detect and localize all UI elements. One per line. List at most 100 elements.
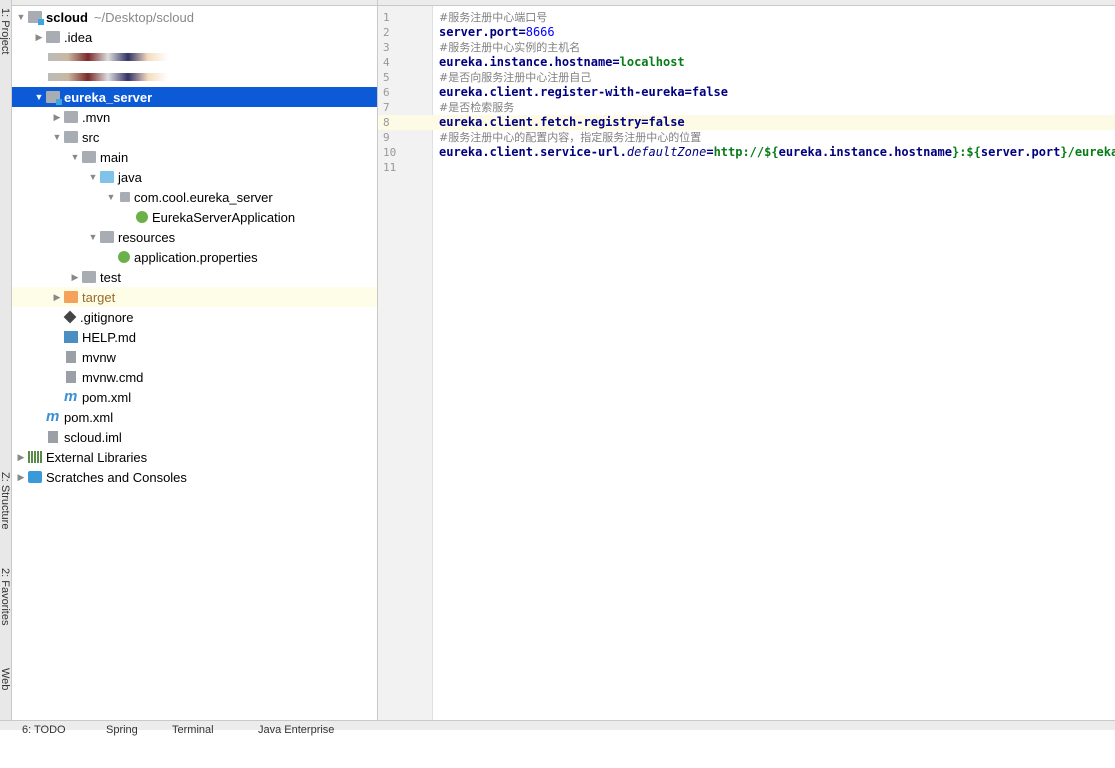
tree-item[interactable]: ▶ Scratches and Consoles xyxy=(12,467,377,487)
code-token: }/eureka/ xyxy=(1060,145,1115,159)
tree-item[interactable]: ▼ src xyxy=(12,127,377,147)
code-line[interactable]: eureka.instance.hostname=localhost xyxy=(433,55,1115,70)
tree-item-label: resources xyxy=(118,229,176,245)
chevron-right-icon[interactable]: ▶ xyxy=(14,452,28,463)
tree-item[interactable]: ▼ resources xyxy=(12,227,377,247)
file-icon xyxy=(66,351,76,363)
libraries-icon xyxy=(28,451,42,463)
folder-icon xyxy=(82,271,96,283)
tree-item[interactable]: EurekaServerApplication xyxy=(12,207,377,227)
code-token: #服务注册中心端口号 xyxy=(439,11,548,24)
source-folder-icon xyxy=(100,171,114,183)
code-token: = xyxy=(518,25,526,39)
code-line[interactable]: #服务注册中心端口号 xyxy=(433,10,1115,25)
spring-class-icon xyxy=(136,211,148,223)
bottom-tab-2[interactable]: Terminal xyxy=(172,724,214,736)
code-token: eureka.instance.hostname xyxy=(439,55,613,69)
tree-item-label: pom.xml xyxy=(82,389,132,405)
tree-item[interactable]: ▼ com.cool.eureka_server xyxy=(12,187,377,207)
chevron-right-icon[interactable]: ▶ xyxy=(14,472,28,483)
chevron-down-icon[interactable]: ▼ xyxy=(14,12,28,22)
code-line[interactable]: eureka.client.service-url.defaultZone=ht… xyxy=(433,145,1115,160)
tree-item[interactable]: .gitignore xyxy=(12,307,377,327)
bottom-tab-3[interactable]: Java Enterprise xyxy=(258,724,334,736)
tree-item[interactable]: ▼ java xyxy=(12,167,377,187)
scratches-icon xyxy=(28,471,42,483)
chevron-down-icon[interactable]: ▼ xyxy=(68,152,82,162)
side-tab-2[interactable]: 2: Favorites xyxy=(0,568,11,668)
tree-item-label: HELP.md xyxy=(82,329,136,345)
tree-item[interactable]: application.properties xyxy=(12,247,377,267)
code-line[interactable]: eureka.client.register-with-eureka=false xyxy=(433,85,1115,100)
tree-item[interactable] xyxy=(12,67,377,87)
side-tab-0[interactable]: 1: Project xyxy=(0,8,11,108)
left-tool-strip: 1: Project Z: Structure 2: Favorites Web xyxy=(0,0,12,720)
tree-item-label: java xyxy=(118,169,142,185)
code-line[interactable]: #是否检索服务 xyxy=(433,100,1115,115)
tree-item-label: pom.xml xyxy=(64,409,114,425)
tree-item[interactable]: ▼ scloud ~/Desktop/scloud xyxy=(12,7,377,27)
code-line[interactable]: eureka.client.fetch-registry=false xyxy=(433,115,1115,130)
tree-item-label: Scratches and Consoles xyxy=(46,469,187,485)
tree-item[interactable]: ▼ eureka_server xyxy=(12,87,377,107)
line-number: 10 xyxy=(383,146,397,159)
line-number: 1 xyxy=(383,11,390,24)
blurred-icon xyxy=(48,53,168,61)
tree-item[interactable]: scloud.iml xyxy=(12,427,377,447)
side-tab-3[interactable]: Web xyxy=(0,668,11,768)
tree-item[interactable]: HELP.md xyxy=(12,327,377,347)
tree-item[interactable]: ▶ .mvn xyxy=(12,107,377,127)
code-line[interactable]: server.port=8666 xyxy=(433,25,1115,40)
module-folder-icon xyxy=(28,11,44,25)
tree-item-label: com.cool.eureka_server xyxy=(134,189,273,205)
tree-item[interactable]: mvnw xyxy=(12,347,377,367)
bottom-tab-1[interactable]: Spring xyxy=(106,724,138,736)
tree-item-label: target xyxy=(82,289,116,305)
project-panel: ▼ scloud ~/Desktop/scloud ▶ .idea ▼ eureka_ser… xyxy=(12,0,378,720)
chevron-down-icon[interactable]: ▼ xyxy=(50,132,64,142)
chevron-right-icon[interactable]: ▶ xyxy=(50,292,64,303)
code-token: http://${ xyxy=(713,145,779,159)
code-line[interactable] xyxy=(433,160,1115,175)
code-line[interactable]: #是否向服务注册中心注册自己 xyxy=(433,70,1115,85)
folder-icon xyxy=(64,111,78,123)
tree-item-label: .mvn xyxy=(82,109,111,125)
bottom-tab-0[interactable]: 6: TODO xyxy=(22,724,66,736)
module-folder-icon xyxy=(46,91,62,105)
blurred-icon xyxy=(48,73,168,81)
chevron-down-icon[interactable]: ▼ xyxy=(86,172,100,182)
tree-item-path: ~/Desktop/scloud xyxy=(93,9,194,25)
editor[interactable]: 1 2 3 4 5 6 7 8 9 10 11 #服务注册中心端口号 server.port=8666… xyxy=(378,0,1115,720)
git-icon xyxy=(63,310,77,324)
chevron-right-icon[interactable]: ▶ xyxy=(68,272,82,283)
tree-item[interactable]: ▶ target xyxy=(12,287,377,307)
folder-icon xyxy=(46,31,60,43)
tree-item[interactable]: ▶ External Libraries xyxy=(12,447,377,467)
code-line[interactable]: #服务注册中心的配置内容，指定服务注册中心的位置 xyxy=(433,130,1115,145)
chevron-down-icon[interactable]: ▼ xyxy=(86,232,100,242)
editor-tabs-bar xyxy=(378,0,1115,6)
tree-item[interactable]: m pom.xml xyxy=(12,387,377,407)
tree-item-label: mvnw.cmd xyxy=(82,369,144,385)
tree-item[interactable] xyxy=(12,47,377,67)
tree-item[interactable]: mvnw.cmd xyxy=(12,367,377,387)
code-line[interactable]: #服务注册中心实例的主机名 xyxy=(433,40,1115,55)
code-token: }:${ xyxy=(951,145,981,159)
tree-item[interactable]: ▶ .idea xyxy=(12,27,377,47)
file-icon xyxy=(66,371,76,383)
resources-folder-icon xyxy=(100,231,114,243)
line-number: 4 xyxy=(383,56,390,69)
chevron-right-icon[interactable]: ▶ xyxy=(50,112,64,123)
tree-item[interactable]: m pom.xml xyxy=(12,407,377,427)
code-token: #是否检索服务 xyxy=(439,101,515,114)
side-tab-1[interactable]: Z: Structure xyxy=(0,472,11,572)
chevron-down-icon[interactable]: ▼ xyxy=(32,92,46,102)
tree-item[interactable]: ▶ test xyxy=(12,267,377,287)
folder-icon xyxy=(64,131,78,143)
project-panel-header xyxy=(12,0,377,6)
chevron-down-icon[interactable]: ▼ xyxy=(104,192,118,202)
tree-item-label: mvnw xyxy=(82,349,116,365)
code-token: = xyxy=(684,85,692,99)
chevron-right-icon[interactable]: ▶ xyxy=(32,32,46,43)
tree-item[interactable]: ▼ main xyxy=(12,147,377,167)
